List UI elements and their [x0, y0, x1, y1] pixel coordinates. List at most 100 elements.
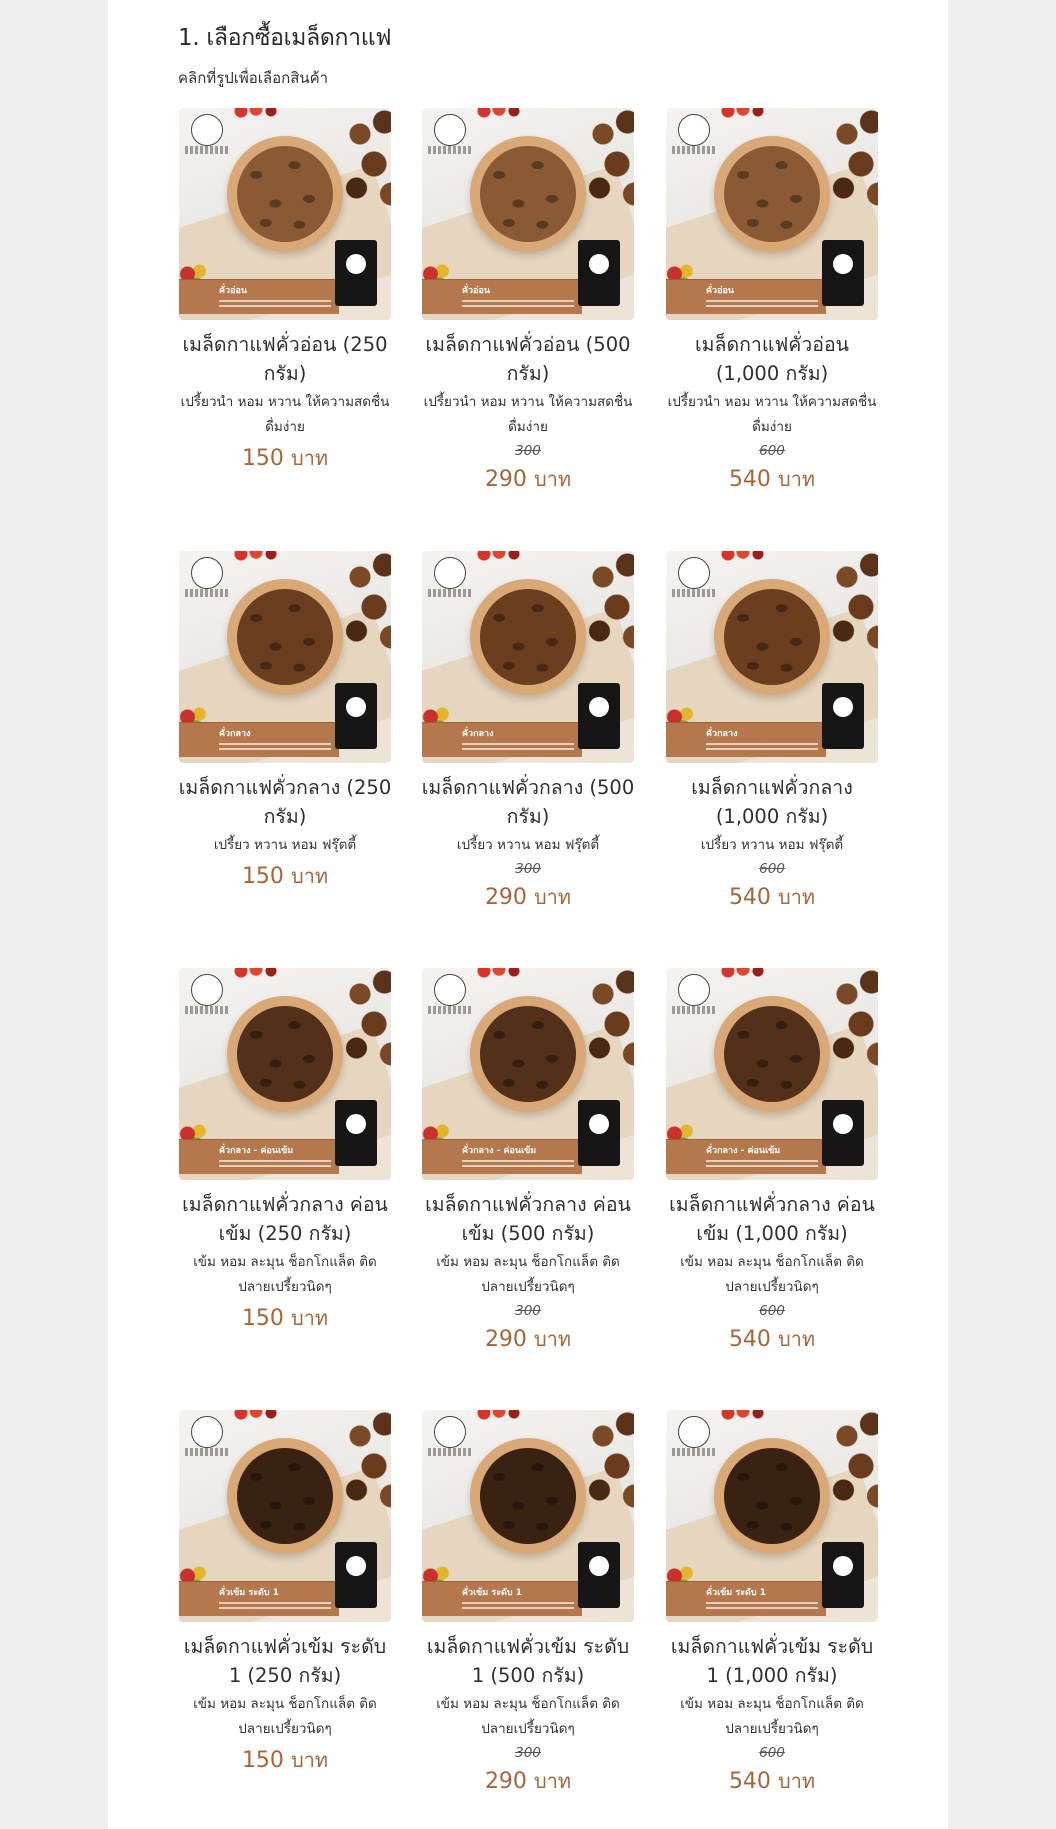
- product-name[interactable]: เมล็ดกาแฟคั่วอ่อน (250 กรัม): [178, 330, 392, 388]
- roasted-beans: [724, 146, 820, 242]
- coffee-bowl: [227, 996, 343, 1112]
- roast-banner: คั่วกลาง: [422, 722, 582, 757]
- coffee-bag: [822, 240, 864, 306]
- sale-price: 150 บาท: [178, 1744, 392, 1776]
- original-price: 600: [759, 443, 785, 459]
- roast-banner-title: คั่วกลาง - ค่อนเข้ม: [219, 1146, 294, 1156]
- coffee-beans-decoration: [339, 551, 391, 661]
- coffee-bag: [822, 683, 864, 749]
- product-image[interactable]: คั่วกลาง - ค่อนเข้ม: [179, 968, 391, 1180]
- product-name[interactable]: เมล็ดกาแฟคั่วเข้ม ระดับ 1 (250 กรัม): [178, 1632, 392, 1690]
- roast-banner-title: คั่วอ่อน: [462, 286, 491, 296]
- roasted-beans: [480, 1006, 576, 1102]
- roasted-beans: [237, 1006, 333, 1102]
- product-card[interactable]: คั่วกลาง เมล็ดกาแฟคั่วกลาง (500 กรัม) เปรี…: [421, 551, 635, 913]
- product-image[interactable]: คั่วเข้ม ระดับ 1: [422, 1410, 634, 1622]
- product-image[interactable]: คั่วกลาง: [179, 551, 391, 763]
- brand-logo: [434, 974, 466, 1006]
- product-image[interactable]: คั่วกลาง: [666, 551, 878, 763]
- content-panel: 1. เลือกซื้อเมล็ดกาแฟ คลิกที่รูปเพื่อเลื…: [108, 0, 948, 1829]
- brand-logo-text: [672, 589, 716, 597]
- roasted-beans: [724, 1448, 820, 1544]
- product-name[interactable]: เมล็ดกาแฟคั่วเข้ม ระดับ 1 (1,000 กรัม): [665, 1632, 879, 1690]
- roasted-beans: [237, 146, 333, 242]
- roast-banner: คั่วกลาง: [666, 722, 826, 757]
- product-card[interactable]: คั่วกลาง - ค่อนเข้มเมล็ดกาแฟคั่วกลาง ค่อ…: [178, 968, 392, 1334]
- price-currency: บาท: [290, 1748, 329, 1772]
- coffee-cherries-decoration: [474, 551, 524, 563]
- product-name[interactable]: เมล็ดกาแฟคั่วกลาง (1,000 กรัม): [665, 773, 879, 831]
- section-instruction: คลิกที่รูปเพื่อเลือกสินค้า: [178, 69, 329, 87]
- original-price: 600: [759, 1745, 785, 1761]
- product-card[interactable]: คั่วกลาง - ค่อนเข้มเมล็ดกาแฟคั่วกลาง ค่อ…: [421, 968, 635, 1355]
- price-amount: 540: [728, 1769, 771, 1794]
- product-card[interactable]: คั่วเข้ม ระดับ 1 เมล็ดกาแฟคั่วเข้ม ระดับ …: [178, 1410, 392, 1776]
- roast-banner-description: [706, 743, 818, 753]
- roast-banner-description: [462, 743, 574, 753]
- coffee-bowl: [227, 579, 343, 695]
- original-price: 300: [515, 1303, 541, 1319]
- roast-banner-description: [462, 1160, 574, 1170]
- price-amount: 540: [728, 885, 771, 910]
- original-price: 300: [515, 443, 541, 459]
- sale-price: 540 บาท: [665, 1765, 879, 1797]
- product-name[interactable]: เมล็ดกาแฟคั่วกลาง (250 กรัม): [178, 773, 392, 831]
- sale-price: 540 บาท: [665, 881, 879, 913]
- roast-banner: คั่วอ่อน: [666, 279, 826, 314]
- coffee-beans-decoration: [582, 968, 634, 1078]
- product-card[interactable]: คั่วกลาง เมล็ดกาแฟคั่วกลาง (250 กรัม) เปรี…: [178, 551, 392, 892]
- product-image[interactable]: คั่วเข้ม ระดับ 1: [666, 1410, 878, 1622]
- coffee-cherries-decoration: [718, 108, 768, 120]
- coffee-beans-decoration: [826, 108, 878, 218]
- roast-banner: คั่วเข้ม ระดับ 1: [666, 1581, 826, 1616]
- product-image[interactable]: คั่วกลาง - ค่อนเข้ม: [666, 968, 878, 1180]
- coffee-bag-label: [346, 697, 366, 717]
- brand-logo: [191, 974, 223, 1006]
- product-card[interactable]: คั่วเข้ม ระดับ 1 เมล็ดกาแฟคั่วเข้ม ระดับ …: [421, 1410, 635, 1797]
- roast-banner: คั่วกลาง - ค่อนเข้ม: [666, 1139, 826, 1174]
- product-name[interactable]: เมล็ดกาแฟคั่วกลาง ค่อนเข้ม (1,000 กรัม): [665, 1190, 879, 1248]
- product-card[interactable]: คั่วอ่อน เมล็ดกาแฟคั่วอ่อน (500 กรัม) เปรี…: [421, 108, 635, 495]
- price-amount: 290: [484, 467, 527, 492]
- price-currency: บาท: [777, 1769, 816, 1793]
- brand-logo-text: [185, 1448, 229, 1456]
- product-image[interactable]: คั่วกลาง: [422, 551, 634, 763]
- brand-logo-text: [428, 146, 472, 154]
- product-name[interactable]: เมล็ดกาแฟคั่วกลาง (500 กรัม): [421, 773, 635, 831]
- product-name[interactable]: เมล็ดกาแฟคั่วอ่อน (500 กรัม): [421, 330, 635, 388]
- price-amount: 150: [241, 864, 284, 889]
- product-description: เปรี้ยว หวาน หอม ฟรุ๊ตตี้: [700, 837, 844, 853]
- brand-logo: [678, 974, 710, 1006]
- brand-logo-text: [672, 1006, 716, 1014]
- coffee-cherries-decoration: [231, 1410, 281, 1422]
- coffee-bag-label: [589, 1556, 609, 1576]
- coffee-bag-label: [589, 254, 609, 274]
- product-image[interactable]: คั่วอ่อน: [666, 108, 878, 320]
- coffee-bag-label: [346, 254, 366, 274]
- product-card[interactable]: คั่วเข้ม ระดับ 1 เมล็ดกาแฟคั่วเข้ม ระดับ …: [665, 1410, 879, 1797]
- coffee-beans-decoration: [826, 968, 878, 1078]
- product-card[interactable]: คั่วกลางเมล็ดกาแฟคั่วกลาง (1,000 กรัม) เป…: [665, 551, 879, 913]
- product-name[interactable]: เมล็ดกาแฟคั่วกลาง ค่อนเข้ม (250 กรัม): [178, 1190, 392, 1248]
- roasted-beans: [480, 1448, 576, 1544]
- product-description: เข้ม หอม ละมุน ช็อกโกแล็ต ติดปลายเปรี้ยว…: [193, 1254, 377, 1295]
- product-image[interactable]: คั่วกลาง - ค่อนเข้ม: [422, 968, 634, 1180]
- brand-logo-text: [185, 146, 229, 154]
- coffee-cherries-decoration: [718, 1410, 768, 1422]
- product-name[interactable]: เมล็ดกาแฟคั่วอ่อน (1,000 กรัม): [665, 330, 879, 388]
- price-currency: บาท: [777, 467, 816, 491]
- product-image[interactable]: คั่วอ่อน: [179, 108, 391, 320]
- price-amount: 150: [241, 446, 284, 471]
- product-image[interactable]: คั่วอ่อน: [422, 108, 634, 320]
- product-card[interactable]: คั่วอ่อน เมล็ดกาแฟคั่วอ่อน (250 กรัม) เปรี…: [178, 108, 392, 474]
- coffee-beans-decoration: [339, 968, 391, 1078]
- coffee-bag: [335, 1100, 377, 1166]
- product-name[interactable]: เมล็ดกาแฟคั่วเข้ม ระดับ 1 (500 กรัม): [421, 1632, 635, 1690]
- roast-banner-description: [219, 1602, 331, 1612]
- product-image[interactable]: คั่วเข้ม ระดับ 1: [179, 1410, 391, 1622]
- product-card[interactable]: คั่วอ่อน เมล็ดกาแฟคั่วอ่อน (1,000 กรัม) เป…: [665, 108, 879, 495]
- sale-price: 540 บาท: [665, 1323, 879, 1355]
- product-card[interactable]: คั่วกลาง - ค่อนเข้มเมล็ดกาแฟคั่วกลาง ค่อ…: [665, 968, 879, 1355]
- coffee-beans-decoration: [826, 551, 878, 661]
- product-name[interactable]: เมล็ดกาแฟคั่วกลาง ค่อนเข้ม (500 กรัม): [421, 1190, 635, 1248]
